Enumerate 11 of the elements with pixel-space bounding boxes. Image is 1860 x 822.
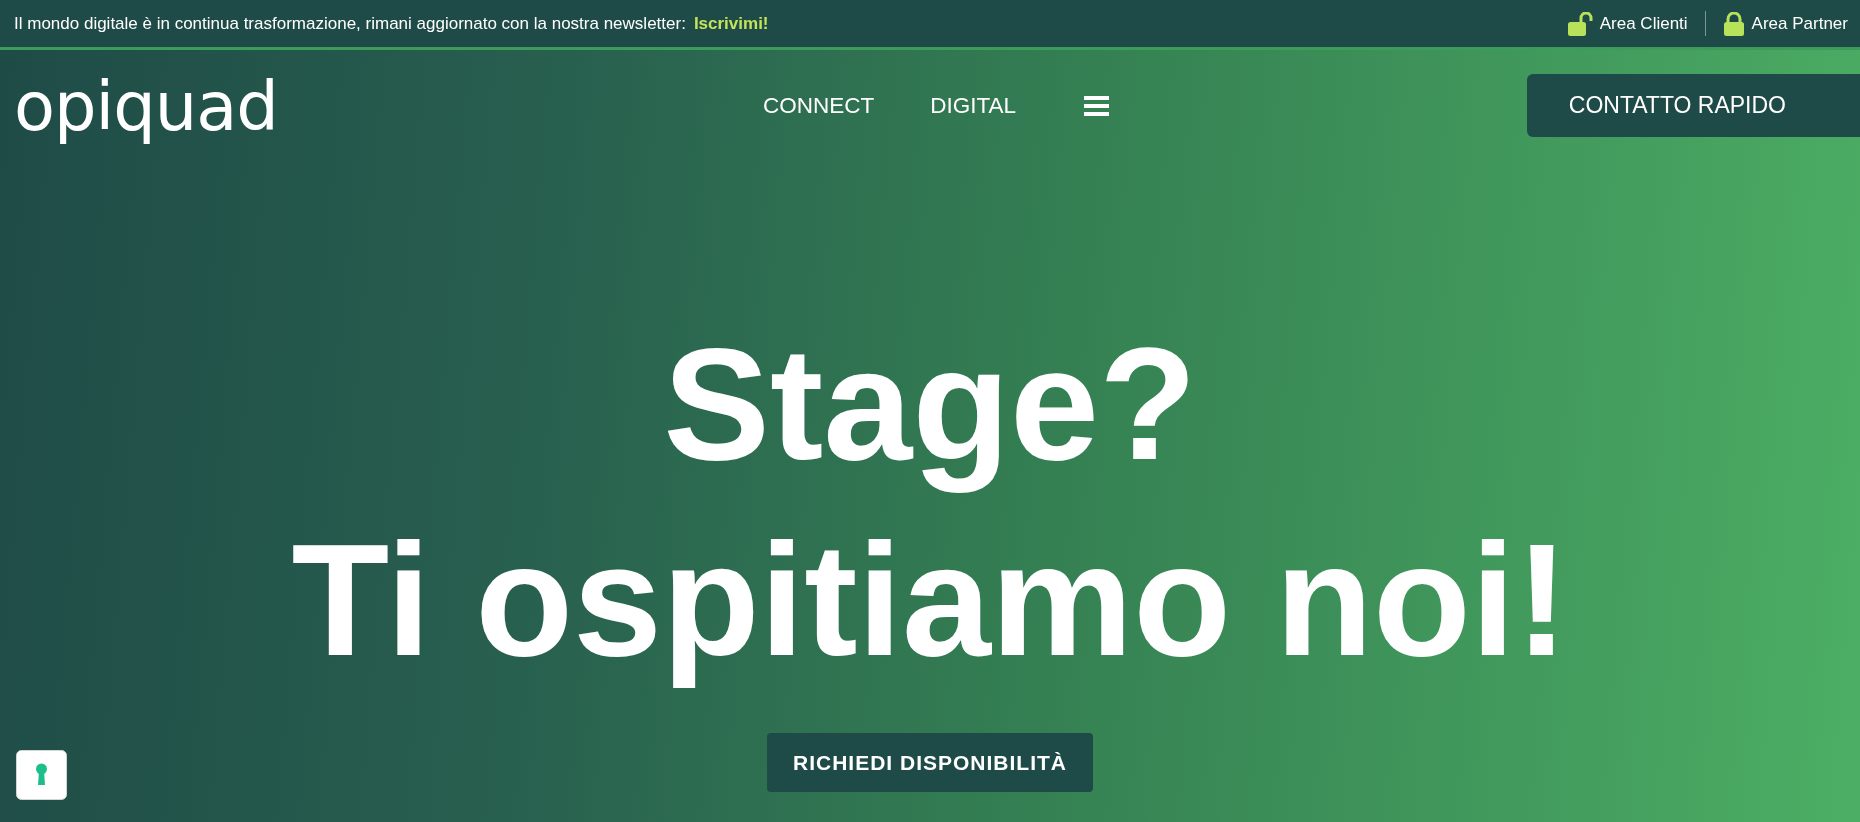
subscribe-link[interactable]: Iscrivimi! bbox=[693, 13, 769, 34]
request-availability-button[interactable]: RICHIEDI DISPONIBILITÀ bbox=[767, 733, 1093, 792]
nav-link[interactable]: DIGITAL bbox=[930, 93, 1017, 119]
menu-icon[interactable] bbox=[1084, 96, 1110, 116]
nav-link[interactable]: CONNECT bbox=[762, 93, 875, 119]
hero-heading-line: Ti ospitiamo noi! bbox=[291, 509, 1569, 691]
area-link[interactable]: Area Partner bbox=[1722, 11, 1848, 36]
quick-contact-button[interactable]: CONTATTO RAPIDO bbox=[1526, 73, 1860, 137]
hero-heading-line: Stage? bbox=[662, 313, 1198, 495]
area-link[interactable]: Area Clienti bbox=[1566, 11, 1688, 36]
newsletter-message: Il mondo digitale è in continua trasformazione, rimani aggiornato con la nostra newsletter: bbox=[14, 13, 686, 34]
